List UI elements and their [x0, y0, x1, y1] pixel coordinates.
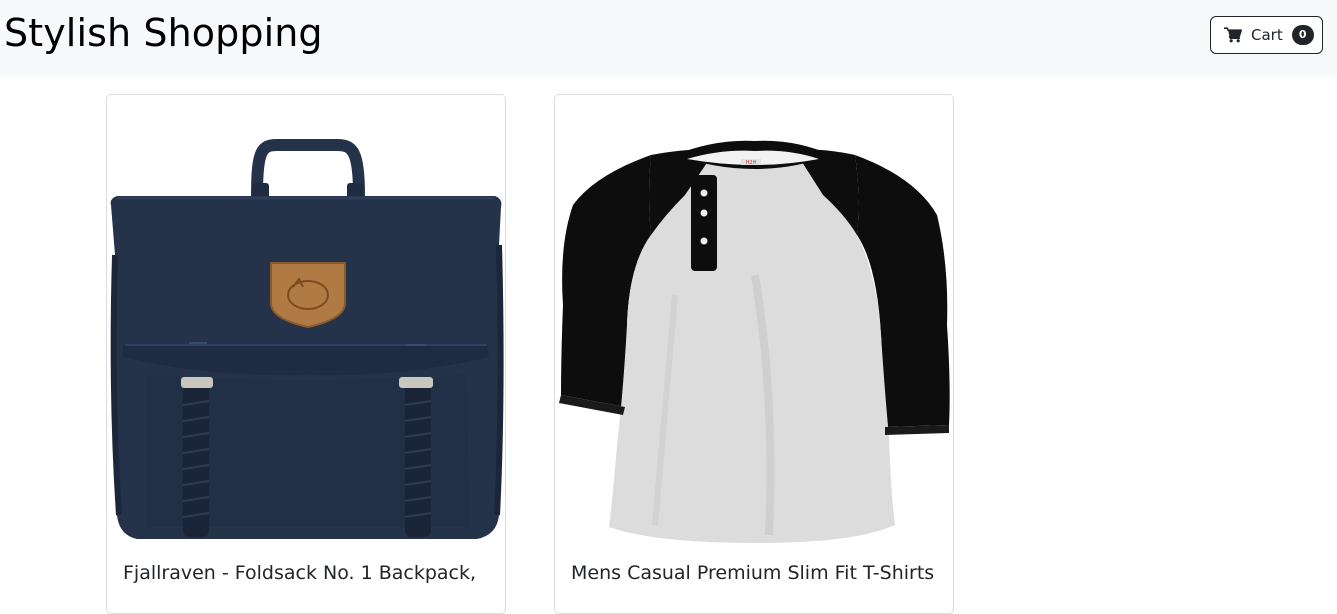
- tshirt-product-image[interactable]: H2H: [555, 95, 953, 555]
- cart-label: Cart: [1251, 26, 1283, 44]
- product-card[interactable]: H2H Mens Casual Premium Slim Fit T-Shirt…: [554, 94, 954, 614]
- product-title[interactable]: Fjallraven - Foldsack No. 1 Backpack,: [123, 561, 493, 585]
- brand-title[interactable]: Stylish Shopping: [4, 10, 323, 56]
- svg-text:H2H: H2H: [746, 160, 757, 166]
- product-card[interactable]: Fjallraven - Foldsack No. 1 Backpack,: [106, 94, 506, 614]
- shopping-cart-icon: [1224, 27, 1242, 43]
- backpack-product-image[interactable]: [107, 95, 505, 555]
- cart-button[interactable]: Cart 0: [1210, 16, 1323, 54]
- navbar: Stylish Shopping Cart 0: [0, 0, 1337, 76]
- product-title[interactable]: Mens Casual Premium Slim Fit T-Shirts: [571, 561, 941, 585]
- cart-count-badge: 0: [1291, 25, 1314, 45]
